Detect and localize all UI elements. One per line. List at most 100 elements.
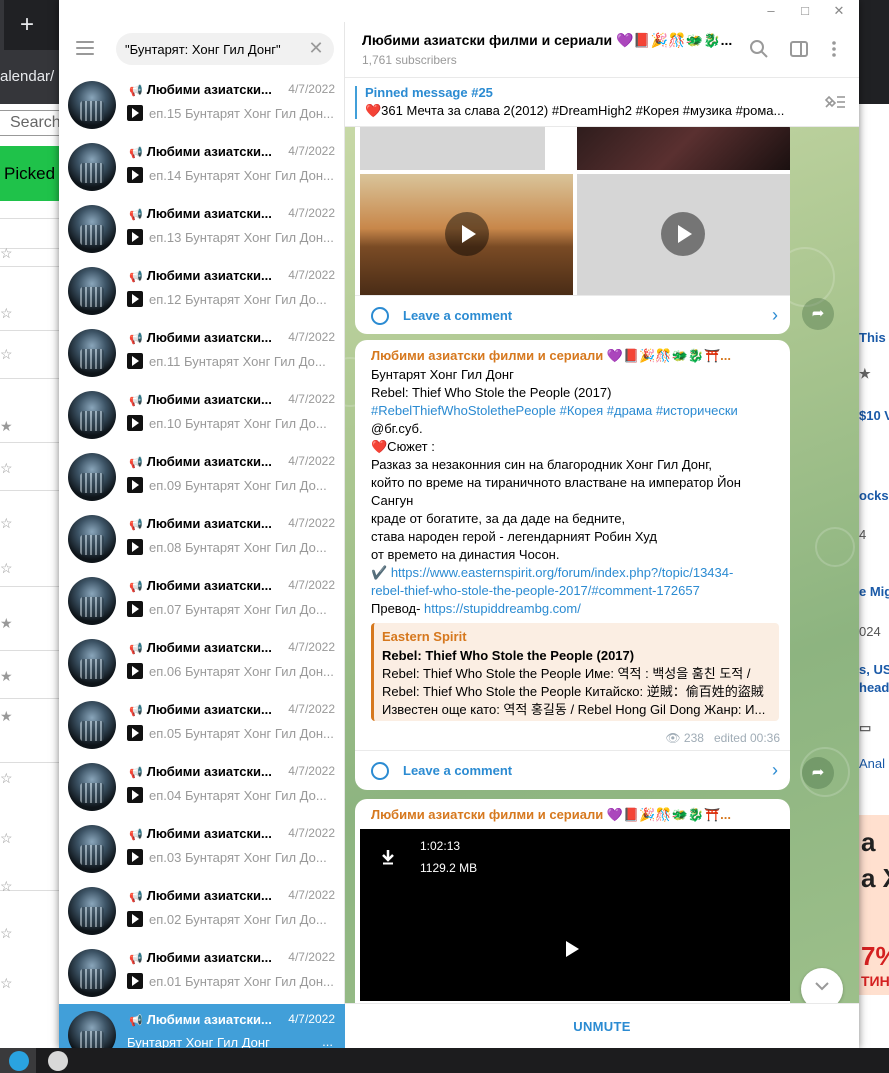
maximize-button[interactable]: □	[788, 0, 822, 22]
browser-address-bar[interactable]: alendar/	[0, 50, 60, 104]
leave-comment-button[interactable]: Leave a comment ›	[355, 750, 790, 790]
share-icon[interactable]: ➦	[802, 298, 834, 330]
message-author[interactable]: Любими азиатски филми и сериали 💜📕🎉🎊🐲🐉⛩️…	[371, 807, 771, 823]
bg-snippet[interactable]: s, US	[859, 662, 889, 677]
chat-preview-text: еп.04 Бунтарят Хонг Гил До...	[149, 788, 327, 803]
sidebar-toggle-icon[interactable]	[788, 39, 810, 61]
star-icon[interactable]: ☆	[0, 975, 14, 992]
link-preview[interactable]: Eastern Spirit Rebel: Thief Who Stole th…	[371, 623, 779, 721]
source-link[interactable]: rebel-thief-who-stole-the-people-2017/#c…	[371, 582, 781, 600]
star-icon[interactable]: ☆	[0, 830, 14, 847]
play-icon[interactable]	[661, 212, 705, 256]
chat-list-item[interactable]: 📢 Любими азиатски... 4/7/2022 еп.13 Бунтаря…	[59, 198, 345, 260]
picked-button[interactable]: Picked	[0, 146, 60, 201]
scroll-down-button[interactable]	[801, 968, 843, 1003]
translation-link[interactable]: https://stupiddreambg.com/	[424, 601, 581, 616]
chat-list-item[interactable]: 📢 Любими азиатски... 4/7/2022 еп.12 Бунтаря…	[59, 260, 345, 322]
leave-comment-button[interactable]: Leave a comment ›	[355, 295, 790, 334]
chat-list-item[interactable]: 📢 Любими азиатски... 4/7/2022 еп.15 Бунтаря…	[59, 74, 345, 136]
media-album-message[interactable]: Leave a comment ›	[355, 127, 790, 334]
app-taskbar-icon[interactable]	[48, 1051, 68, 1071]
browser-tab[interactable]	[0, 0, 4, 50]
star-icon[interactable]: ☆	[0, 560, 14, 577]
chat-preview: еп.04 Бунтарят Хонг Гил До...	[127, 787, 335, 803]
chat-title-text: Любими азиатски...	[146, 392, 272, 407]
chat-list-item[interactable]: 📢 Любими азиатски... 4/7/2022 еп.05 Бунтаря…	[59, 694, 345, 756]
search-bar[interactable]: ✕	[116, 33, 334, 65]
star-icon[interactable]: ★	[0, 615, 14, 632]
chat-list-item[interactable]: 📢 Любими азиатски... 4/7/2022 еп.14 Бунтаря…	[59, 136, 345, 198]
star-icon[interactable]: ☆	[0, 245, 14, 262]
chat-title-text: Любими азиатски...	[146, 764, 272, 779]
promo-banner[interactable]: а а Х 7% ТИН	[859, 815, 889, 995]
chat-list-item[interactable]: 📢 Любими азиатски... 4/7/2022 еп.01 Бунтаря…	[59, 942, 345, 1004]
video-message[interactable]: Любими азиатски филми и сериали 💜📕🎉🎊🐲🐉⛩️…	[355, 799, 790, 1003]
message-meta: 👁 238 edited 00:36	[665, 731, 780, 745]
star-icon[interactable]: ☆	[0, 346, 14, 363]
share-icon[interactable]: ➦	[802, 757, 834, 789]
video-thumbnail[interactable]	[360, 174, 573, 295]
star-icon[interactable]: ☆	[0, 460, 14, 477]
play-icon[interactable]	[566, 941, 579, 957]
hashtag-line[interactable]: #RebelThiefWhoStolethePeople #Корея #дра…	[371, 402, 781, 420]
video-preview-icon	[127, 663, 143, 679]
download-icon[interactable]	[380, 849, 396, 870]
close-button[interactable]: ✕	[822, 0, 856, 22]
more-vertical-icon[interactable]	[823, 39, 845, 61]
video-player[interactable]: 1:02:13 1129.2 MB	[360, 829, 790, 1001]
page-search-field[interactable]: Search	[0, 110, 61, 136]
star-icon[interactable]: ★	[0, 708, 14, 725]
menu-icon[interactable]	[76, 41, 94, 55]
chat-list-item[interactable]: 📢 Любими азиатски... 4/7/2022 Бунтарят Хонг…	[59, 1004, 345, 1049]
star-icon[interactable]: ★	[0, 668, 14, 685]
pinned-list-icon[interactable]	[823, 92, 847, 112]
minimize-button[interactable]: –	[754, 0, 788, 22]
chat-list-item[interactable]: 📢 Любими азиатски... 4/7/2022 еп.04 Бунтаря…	[59, 756, 345, 818]
chat-list-item[interactable]: 📢 Любими азиатски... 4/7/2022 еп.02 Бунтаря…	[59, 880, 345, 942]
chat-title: 📢 Любими азиатски...	[129, 578, 279, 593]
clear-search-icon[interactable]: ✕	[306, 38, 326, 58]
video-thumbnail[interactable]	[577, 174, 790, 295]
chat-list-item[interactable]: 📢 Любими азиатски... 4/7/2022 еп.03 Бунтаря…	[59, 818, 345, 880]
star-icon[interactable]: ☆	[0, 515, 14, 532]
unmute-button[interactable]: UNMUTE	[345, 1004, 859, 1049]
chat-list-item[interactable]: 📢 Любими азиатски... 4/7/2022 еп.06 Бунтаря…	[59, 632, 345, 694]
chat-list-item[interactable]: 📢 Любими азиатски... 4/7/2022 еп.10 Бунтаря…	[59, 384, 345, 446]
channel-title[interactable]: Любими азиатски филми и сериали 💜📕🎉🎊🐲🐉..…	[362, 32, 742, 49]
search-icon[interactable]	[748, 39, 770, 61]
star-icon[interactable]: ☆	[0, 925, 14, 942]
chat-list-item[interactable]: 📢 Любими азиатски... 4/7/2022 еп.09 Бунтаря…	[59, 446, 345, 508]
bg-snippet[interactable]: $10 V	[859, 408, 889, 423]
chat-list-item[interactable]: 📢 Любими азиатски... 4/7/2022 еп.07 Бунтаря…	[59, 570, 345, 632]
chat-title: 📢 Любими азиатски...	[129, 764, 279, 779]
chat-list-item[interactable]: 📢 Любими азиатски... 4/7/2022 еп.08 Бунтаря…	[59, 508, 345, 570]
play-icon[interactable]	[445, 212, 489, 256]
video-thumbnail[interactable]	[360, 127, 545, 170]
star-icon[interactable]: ☆	[0, 305, 14, 322]
post-message[interactable]: Любими азиатски филми и сериали 💜📕🎉🎊🐲🐉⛩️…	[355, 340, 790, 790]
chat-list-item[interactable]: 📢 Любими азиатски... 4/7/2022 еп.11 Бунтаря…	[59, 322, 345, 384]
source-link[interactable]: https://www.easternspirit.org/forum/inde…	[391, 565, 734, 580]
pinned-message-bar[interactable]: Pinned message #25 ❤️361 Мечта за слава …	[345, 78, 859, 127]
bg-snippet[interactable]: This	[859, 330, 886, 345]
star-icon[interactable]: ☆	[0, 770, 14, 787]
message-list[interactable]: Leave a comment › ➦ Любими азиатски филм…	[345, 127, 859, 1003]
search-input[interactable]	[125, 39, 305, 59]
translation-line: Превод- https://stupiddreambg.com/	[371, 600, 781, 618]
bg-snippet[interactable]: e Mig	[859, 584, 889, 599]
video-thumbnail[interactable]	[577, 127, 790, 170]
title-bar[interactable]: – □ ✕	[59, 0, 859, 22]
chat-header[interactable]: Любими азиатски филми и сериали 💜📕🎉🎊🐲🐉..…	[345, 22, 859, 78]
message-author[interactable]: Любими азиатски филми и сериали 💜📕🎉🎊🐲🐉⛩️…	[371, 348, 771, 364]
telegram-taskbar-icon[interactable]	[9, 1051, 29, 1071]
divider	[0, 218, 60, 219]
star-icon[interactable]: ☆	[0, 878, 14, 895]
star-icon[interactable]: ★	[0, 418, 14, 435]
chat-list-panel: ✕ 📢Любими азиатски...4/7/2022еп.15 Бунта…	[59, 22, 345, 1049]
bg-snippet[interactable]: Anal	[859, 756, 885, 771]
bg-snippet[interactable]: ocks	[859, 488, 889, 503]
new-tab-icon[interactable]: +	[12, 10, 42, 40]
chat-preview-text: еп.08 Бунтарят Хонг Гил До...	[149, 540, 327, 555]
channel-icon: 📢	[129, 395, 143, 407]
bg-snippet[interactable]: head	[859, 680, 889, 695]
